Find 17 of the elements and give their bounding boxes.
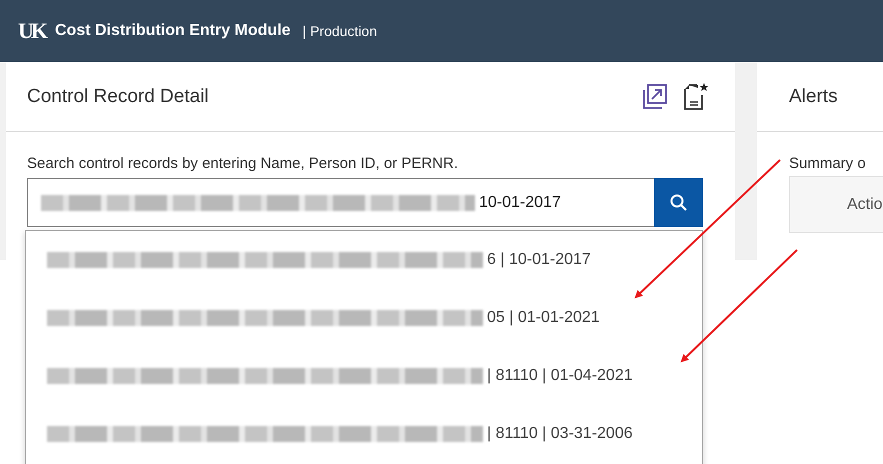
search-field[interactable]: 10-01-2017 — [27, 178, 654, 227]
card-title: Alerts — [789, 86, 838, 108]
logo: UK — [18, 18, 45, 44]
search-button[interactable] — [654, 178, 703, 227]
document-star-icon[interactable] — [681, 82, 709, 112]
environment-label: | Production — [302, 23, 378, 39]
result-option[interactable]: | 81110 | 01-04-2021 — [26, 347, 702, 405]
result-option[interactable]: | 81110 | 03-31-2006 — [26, 405, 702, 463]
app-title: Cost Distribution Entry Module — [55, 22, 291, 40]
open-external-icon[interactable] — [641, 82, 669, 110]
card-title: Control Record Detail — [27, 86, 209, 108]
result-option[interactable]: 05 | 01-01-2021 — [26, 289, 702, 347]
summary-label: Summary o — [789, 155, 867, 172]
result-option[interactable]: 6 | 10-01-2017 — [26, 231, 702, 289]
action-text: Actio — [847, 196, 883, 214]
search-icon — [668, 192, 688, 212]
search-label: Search control records by entering Name, Person ID, or PERNR. — [27, 155, 460, 172]
